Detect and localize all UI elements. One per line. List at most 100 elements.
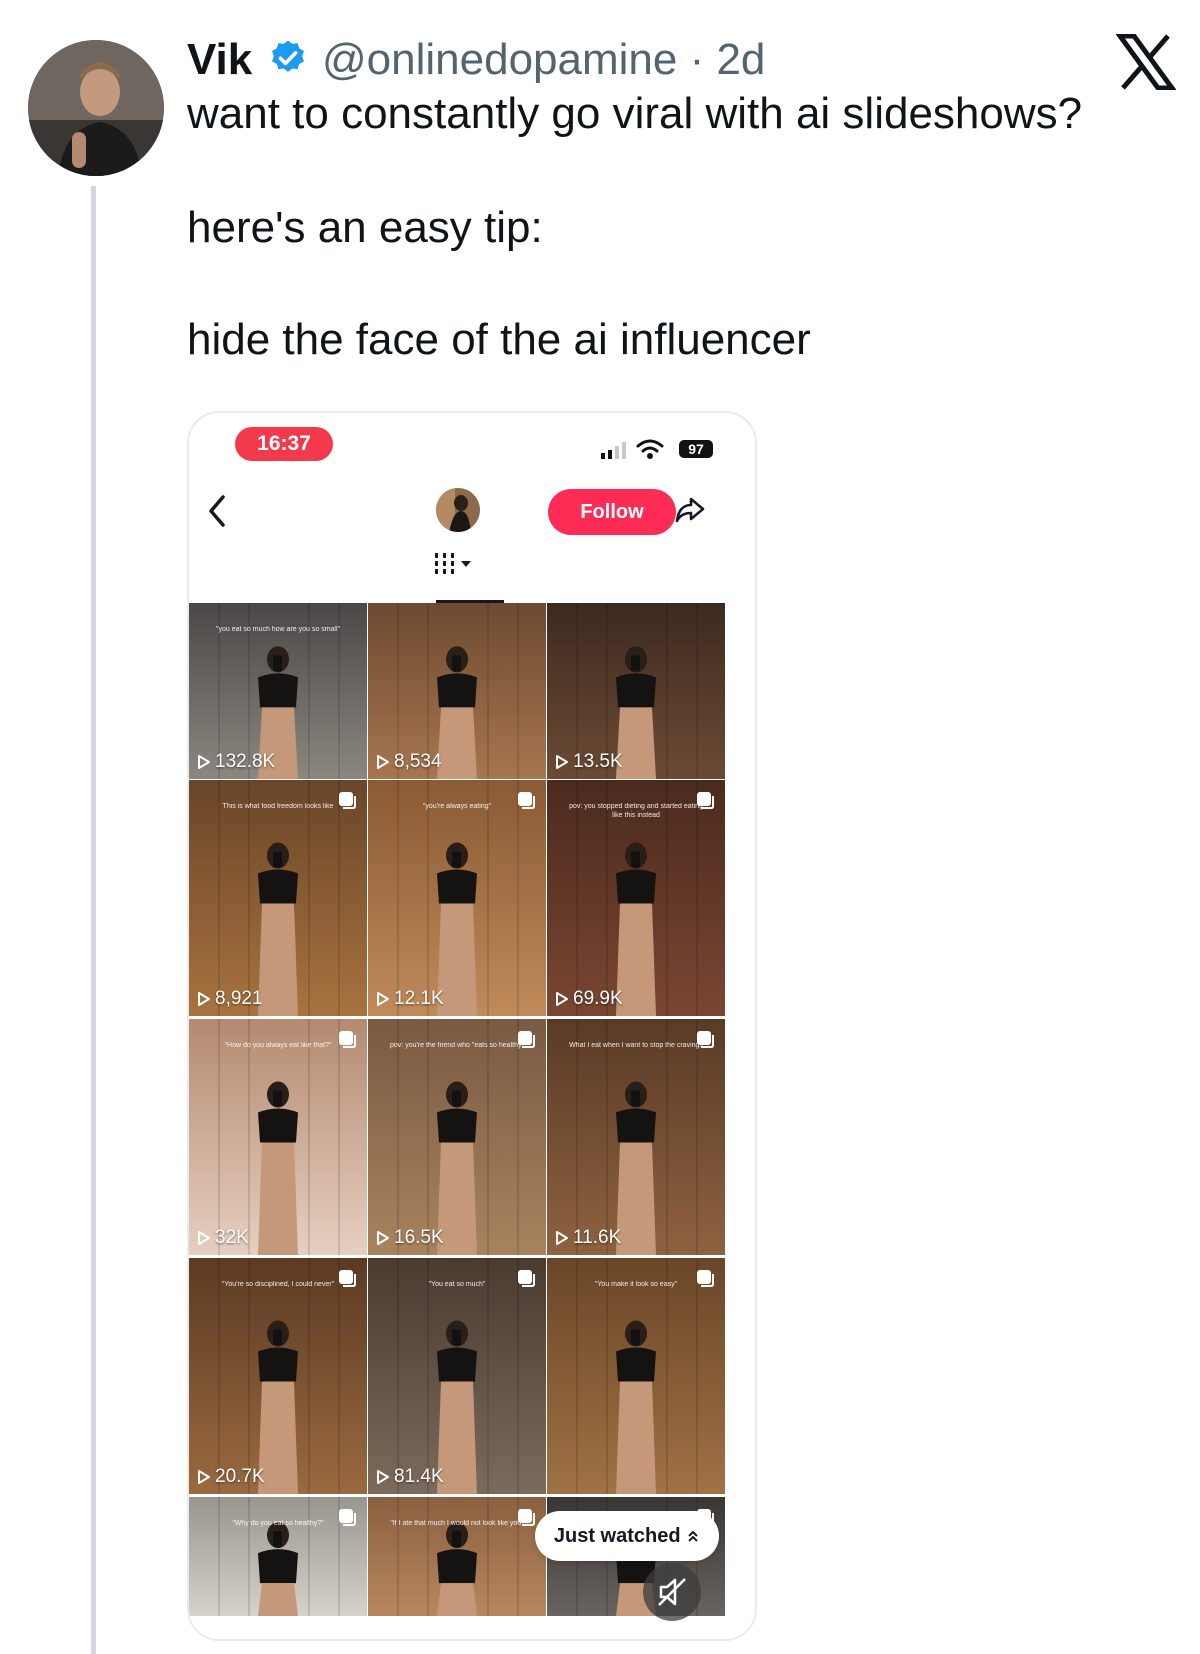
author-avatar[interactable] xyxy=(28,40,164,176)
video-tile[interactable]: "You eat so much" 81.4K xyxy=(368,1258,546,1494)
multi-photo-icon xyxy=(518,1270,535,1287)
view-count-label: 81.4K xyxy=(394,1466,444,1487)
tweet-text-line-2: here's an easy tip: xyxy=(187,203,543,252)
handle-and-time[interactable]: @onlinedopamine · 2d xyxy=(322,30,765,90)
verified-badge-icon xyxy=(272,40,304,72)
view-count-label: 12.1K xyxy=(394,988,444,1009)
video-thumbnail xyxy=(368,780,546,1016)
view-count-label: 8,921 xyxy=(215,988,263,1009)
chevron-up-icon xyxy=(688,1530,698,1542)
play-icon xyxy=(377,992,389,1006)
multi-photo-icon xyxy=(518,1509,535,1526)
play-icon xyxy=(198,1231,210,1245)
view-count: 8,921 xyxy=(197,988,263,1010)
view-count: 13.5K xyxy=(555,751,623,773)
video-tile[interactable]: 8,534 xyxy=(368,603,546,779)
video-tile[interactable]: "you're always eating" 12.1K xyxy=(368,780,546,1016)
multi-photo-icon xyxy=(339,1270,356,1287)
video-tile[interactable]: pov: you're the friend who "eats so heal… xyxy=(368,1019,546,1255)
video-tile[interactable]: "Why do you eat so healthy?" xyxy=(189,1497,367,1616)
video-caption: "Why do you eat so healthy?" xyxy=(232,1520,324,1527)
thread-line xyxy=(91,186,96,1654)
chevron-left-icon[interactable] xyxy=(205,493,229,529)
video-caption: "you're always eating" xyxy=(422,803,492,810)
video-caption: This is what food freedom looks like xyxy=(222,803,334,810)
video-caption: What I eat when I want to stop the cravi… xyxy=(569,1042,703,1049)
video-caption: "You eat so much" xyxy=(428,1281,486,1288)
video-caption: "you eat so much how are you so small" xyxy=(215,626,341,633)
play-icon xyxy=(556,992,568,1006)
play-icon xyxy=(556,1231,568,1245)
view-count: 132.8K xyxy=(197,751,275,773)
tweet-text-line-1: want to constantly go viral with ai slid… xyxy=(187,89,1083,138)
video-tile[interactable]: "If I ate that much I would not look lik… xyxy=(368,1497,546,1616)
view-count-label: 32K xyxy=(215,1227,249,1248)
view-count-label: 11.6K xyxy=(573,1227,622,1248)
tweet-media-screenshot[interactable]: 16:37 97 Follow "you eat so much how are… xyxy=(187,411,757,1641)
share-arrow-icon[interactable] xyxy=(673,493,707,527)
view-count: 20.7K xyxy=(197,1466,265,1488)
video-tile[interactable]: 13.5K xyxy=(547,603,725,779)
video-caption: "If I ate that much I would not look lik… xyxy=(390,1520,524,1527)
video-caption: pov: you're the friend who "eats so heal… xyxy=(390,1042,524,1049)
video-caption: pov: you stopped dieting and started eat… xyxy=(569,803,703,819)
view-count-label: 16.5K xyxy=(394,1227,444,1248)
view-count: 16.5K xyxy=(376,1227,444,1249)
multi-photo-icon xyxy=(697,1031,714,1048)
view-count-label: 20.7K xyxy=(215,1466,265,1487)
video-tile[interactable]: "You're so disciplined, I could never" 20… xyxy=(189,1258,367,1494)
play-icon xyxy=(377,1470,389,1484)
view-count: 32K xyxy=(197,1227,249,1249)
video-caption: "You're so disciplined, I could never" xyxy=(221,1281,335,1288)
video-thumbnail xyxy=(368,1258,546,1494)
multi-photo-icon xyxy=(518,792,535,809)
status-time: 16:37 xyxy=(235,427,333,461)
author-name[interactable]: Vik xyxy=(187,30,252,90)
play-icon xyxy=(198,755,210,769)
video-tile[interactable]: "you eat so much how are you so small" 13… xyxy=(189,603,367,779)
video-tile[interactable]: "How do you always eat like that?" 32K xyxy=(189,1019,367,1255)
video-tile[interactable]: pov: you stopped dieting and started eat… xyxy=(547,780,725,1016)
follow-button[interactable]: Follow xyxy=(548,489,676,535)
tweet-text-line-3: hide the face of the ai influencer xyxy=(187,315,811,364)
wifi-icon xyxy=(636,439,664,459)
play-icon xyxy=(377,1231,389,1245)
view-count: 69.9K xyxy=(555,988,623,1010)
view-count-label: 13.5K xyxy=(573,751,623,772)
grid-tab-icon[interactable] xyxy=(433,551,477,579)
video-tile[interactable]: "You make it look so easy" xyxy=(547,1258,725,1494)
play-icon xyxy=(198,992,210,1006)
mute-button[interactable] xyxy=(643,1563,701,1621)
view-count-label: 69.9K xyxy=(573,988,623,1009)
multi-photo-icon xyxy=(518,1031,535,1048)
signal-bars-icon xyxy=(601,442,626,459)
play-icon xyxy=(377,755,389,769)
x-logo-icon[interactable] xyxy=(1116,34,1176,90)
video-caption: "How do you always eat like that?" xyxy=(224,1042,332,1049)
video-thumbnail xyxy=(189,780,367,1016)
video-thumbnail xyxy=(368,1019,546,1255)
multi-photo-icon xyxy=(339,1031,356,1048)
video-thumbnail xyxy=(189,1019,367,1255)
video-tile[interactable]: What I eat when I want to stop the cravi… xyxy=(547,1019,725,1255)
multi-photo-icon xyxy=(697,792,714,809)
multi-photo-icon xyxy=(339,1509,356,1526)
video-thumbnail xyxy=(547,1258,725,1494)
view-count-label: 8,534 xyxy=(394,751,442,772)
view-count: 11.6K xyxy=(555,1227,621,1249)
video-tile[interactable]: This is what food freedom looks like 8,92… xyxy=(189,780,367,1016)
profile-avatar[interactable] xyxy=(435,487,481,533)
view-count: 12.1K xyxy=(376,988,444,1010)
multi-photo-icon xyxy=(339,792,356,809)
battery-level: 97 xyxy=(679,440,713,458)
play-icon xyxy=(198,1470,210,1484)
just-watched-pill[interactable]: Just watched xyxy=(535,1511,719,1561)
play-icon xyxy=(556,755,568,769)
just-watched-label: Just watched xyxy=(553,1525,681,1547)
video-thumbnail xyxy=(189,1258,367,1494)
video-thumbnail xyxy=(547,1019,725,1255)
view-count-label: 132.8K xyxy=(215,751,276,772)
view-count: 81.4K xyxy=(376,1466,444,1488)
multi-photo-icon xyxy=(697,1270,714,1287)
avatar-photo xyxy=(28,40,164,176)
